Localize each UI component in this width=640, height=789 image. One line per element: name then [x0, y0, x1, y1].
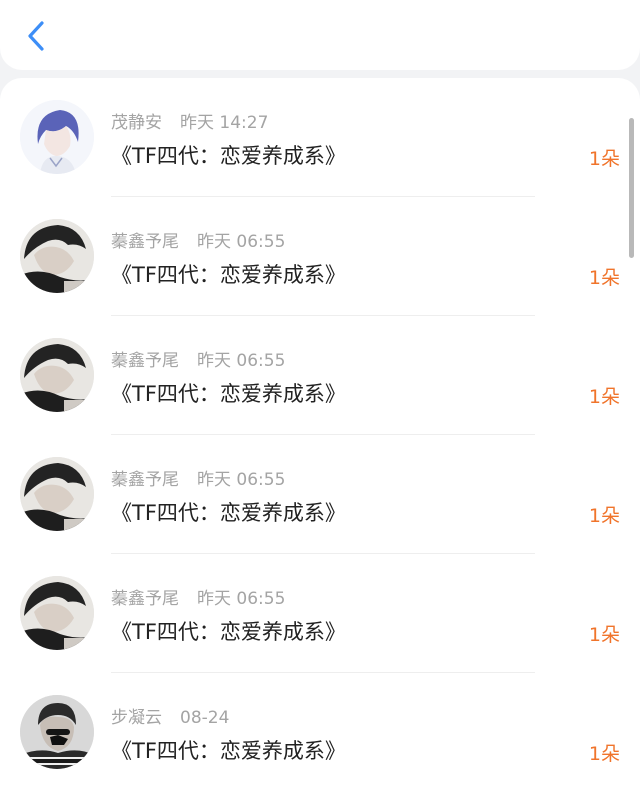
sent-time: 昨天 06:55	[197, 589, 286, 609]
book-title: 《TF四代：恋爱养成系》	[111, 501, 346, 525]
list-item[interactable]: 步凝云 08-24 《TF四代：恋爱养成系》 1朵	[0, 673, 640, 789]
photo-avatar-image	[20, 219, 94, 293]
gift-count: 1朵	[588, 267, 620, 289]
item-meta: 蓁鑫予尾 昨天 06:55	[111, 231, 285, 253]
sent-time: 昨天 14:27	[180, 113, 269, 133]
photo-avatar-image	[20, 576, 94, 650]
top-bar	[0, 0, 640, 70]
photo-avatar-2-image	[20, 695, 94, 769]
sender-name: 步凝云	[111, 708, 162, 728]
avatar[interactable]	[20, 576, 94, 650]
avatar[interactable]	[20, 100, 94, 174]
sender-name: 蓁鑫予尾	[111, 470, 179, 490]
item-meta: 蓁鑫予尾 昨天 06:55	[111, 469, 285, 491]
list-item[interactable]: 蓁鑫予尾 昨天 06:55 《TF四代：恋爱养成系》 1朵	[0, 197, 640, 316]
book-title: 《TF四代：恋爱养成系》	[111, 144, 346, 168]
list-item[interactable]: 茂静安 昨天 14:27 《TF四代：恋爱养成系》 1朵	[0, 78, 640, 197]
sender-name: 茂静安	[111, 113, 162, 133]
item-meta: 蓁鑫予尾 昨天 06:55	[111, 350, 285, 372]
gift-records-screen: 茂静安 昨天 14:27 《TF四代：恋爱养成系》 1朵 蓁鑫予尾 昨天 06:55…	[0, 0, 640, 789]
sender-name: 蓁鑫予尾	[111, 589, 179, 609]
avatar[interactable]	[20, 695, 94, 769]
avatar[interactable]	[20, 338, 94, 412]
chevron-left-icon	[28, 21, 44, 51]
sent-time: 昨天 06:55	[197, 470, 286, 490]
scrollbar[interactable]	[629, 118, 634, 258]
gift-count: 1朵	[588, 148, 620, 170]
gift-count: 1朵	[588, 743, 620, 765]
sent-time: 08-24	[180, 708, 230, 728]
gift-record-list: 茂静安 昨天 14:27 《TF四代：恋爱养成系》 1朵 蓁鑫予尾 昨天 06:55…	[0, 78, 640, 789]
gift-count: 1朵	[588, 624, 620, 646]
item-meta: 步凝云 08-24	[111, 707, 229, 729]
avatar[interactable]	[20, 457, 94, 531]
list-item[interactable]: 蓁鑫予尾 昨天 06:55 《TF四代：恋爱养成系》 1朵	[0, 554, 640, 673]
gift-count: 1朵	[588, 386, 620, 408]
list-item[interactable]: 蓁鑫予尾 昨天 06:55 《TF四代：恋爱养成系》 1朵	[0, 316, 640, 435]
item-meta: 蓁鑫予尾 昨天 06:55	[111, 588, 285, 610]
book-title: 《TF四代：恋爱养成系》	[111, 739, 346, 763]
sent-time: 昨天 06:55	[197, 351, 286, 371]
list-item[interactable]: 蓁鑫予尾 昨天 06:55 《TF四代：恋爱养成系》 1朵	[0, 435, 640, 554]
photo-avatar-image	[20, 457, 94, 531]
item-meta: 茂静安 昨天 14:27	[111, 112, 268, 134]
sender-name: 蓁鑫予尾	[111, 232, 179, 252]
book-title: 《TF四代：恋爱养成系》	[111, 263, 346, 287]
sender-name: 蓁鑫予尾	[111, 351, 179, 371]
book-title: 《TF四代：恋爱养成系》	[111, 382, 346, 406]
sent-time: 昨天 06:55	[197, 232, 286, 252]
photo-avatar-image	[20, 338, 94, 412]
avatar[interactable]	[20, 219, 94, 293]
gift-count: 1朵	[588, 505, 620, 527]
book-title: 《TF四代：恋爱养成系》	[111, 620, 346, 644]
back-button[interactable]	[14, 14, 58, 58]
anime-avatar-image	[20, 100, 94, 174]
